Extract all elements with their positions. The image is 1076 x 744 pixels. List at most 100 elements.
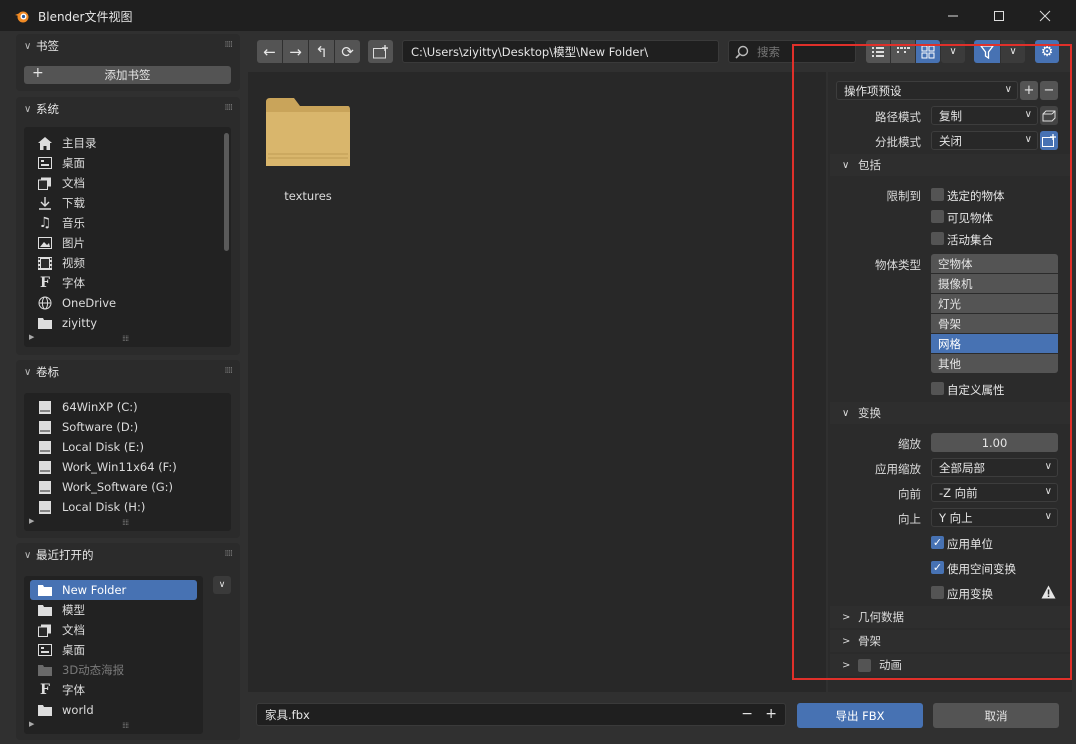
parent-directory-button[interactable]: ↰ <box>309 40 334 63</box>
transform-section-header[interactable]: ∨ 变换 <box>830 402 1070 424</box>
view-list-horizontal-button[interactable] <box>891 40 915 63</box>
apply-unit-checkbox[interactable]: ✓ <box>931 536 944 549</box>
close-button[interactable] <box>1022 0 1068 31</box>
resize-handle-icon[interactable]: ⁞⁞⁞⁞ <box>122 518 129 527</box>
recent-header[interactable]: ∨ 最近打开的 ⁞⁞⁞⁞ <box>16 543 240 567</box>
drag-handle-icon[interactable]: ⁞⁞⁞⁞ <box>225 103 234 113</box>
refresh-button[interactable]: ⟳ <box>335 40 360 63</box>
volumes-list: 64WinXP (C:) Software (D:) Local Disk (E… <box>24 393 231 531</box>
sidebar-item-documents[interactable]: 文档 <box>30 173 217 193</box>
add-bookmark-button[interactable]: + 添加书签 <box>24 65 231 84</box>
sidebar-item-drive-g[interactable]: Work_Software (G:) <box>30 477 217 497</box>
back-button[interactable]: ← <box>257 40 282 63</box>
minimize-button[interactable] <box>930 0 976 31</box>
apply-transform-checkbox[interactable] <box>931 586 944 599</box>
sidebar-item-videos[interactable]: 视频 <box>30 253 217 273</box>
globe-icon <box>36 296 54 310</box>
sidebar-item-drive-h[interactable]: Local Disk (H:) <box>30 497 217 517</box>
chevron-down-icon: ∨ <box>24 40 32 52</box>
sidebar-item-ziyitty[interactable]: ziyitty <box>30 313 217 333</box>
new-folder-button[interactable] <box>368 40 393 63</box>
include-section-header[interactable]: ∨ 包括 <box>830 154 1070 176</box>
armature-section-header[interactable]: > 骨架 <box>830 630 1070 652</box>
recent-item-models[interactable]: 模型 <box>30 600 197 620</box>
embed-textures-toggle[interactable] <box>1040 106 1058 125</box>
expand-arrow-icon[interactable]: ▶ <box>29 517 34 525</box>
path-mode-label: 路径模式 <box>875 110 921 124</box>
object-type-armature[interactable]: 骨架 <box>931 314 1058 333</box>
drag-handle-icon[interactable]: ⁞⁞⁞⁞ <box>225 549 234 559</box>
custom-properties-checkbox[interactable] <box>931 382 944 395</box>
batch-own-dir-toggle[interactable] <box>1040 131 1058 150</box>
object-type-camera[interactable]: 摄像机 <box>931 274 1058 293</box>
add-preset-button[interactable]: + <box>1020 81 1038 100</box>
forward-button[interactable]: → <box>283 40 308 63</box>
sidebar-item-drive-e[interactable]: Local Disk (E:) <box>30 437 217 457</box>
recent-item-new-folder[interactable]: New Folder <box>30 580 197 600</box>
recent-panel: ∨ 最近打开的 ⁞⁞⁞⁞ New Folder 模型 文档 桌面 3D动态海报 … <box>16 543 240 740</box>
filename-input[interactable]: 家具.fbx − + <box>256 703 786 726</box>
sidebar-item-download[interactable]: 下载 <box>30 193 217 213</box>
recent-item-fonts[interactable]: F 字体 <box>30 680 197 700</box>
filter-toggle-button[interactable] <box>974 40 1000 63</box>
sidebar-item-onedrive[interactable]: OneDrive <box>30 293 217 313</box>
scale-slider[interactable]: 1.00 <box>931 433 1058 452</box>
recent-options-button[interactable]: ∨ <box>213 576 231 594</box>
recent-item-documents[interactable]: 文档 <box>30 620 197 640</box>
animation-section-header[interactable]: > 动画 <box>830 654 1070 676</box>
batch-mode-dropdown[interactable]: 关闭 ∨ <box>931 131 1038 150</box>
system-header[interactable]: ∨ 系统 ⁞⁞⁞⁞ <box>16 97 240 121</box>
settings-toggle-button[interactable]: ⚙ <box>1035 40 1059 63</box>
sidebar-item-drive-d[interactable]: Software (D:) <box>30 417 217 437</box>
visible-objects-checkbox[interactable] <box>931 210 944 223</box>
forward-axis-dropdown[interactable]: -Z 向前 ∨ <box>931 483 1058 502</box>
search-input[interactable]: 搜索 <box>728 40 856 63</box>
object-type-light[interactable]: 灯光 <box>931 294 1058 313</box>
file-item-textures[interactable]: textures <box>262 92 354 206</box>
sidebar-item-label: 桌面 <box>62 156 85 170</box>
animation-checkbox[interactable] <box>858 658 871 672</box>
recent-item-3d-poster[interactable]: 3D动态海报 <box>30 660 197 680</box>
sidebar-item-drive-f[interactable]: Work_Win11x64 (F:) <box>30 457 217 477</box>
selected-objects-checkbox[interactable] <box>931 188 944 201</box>
maximize-button[interactable] <box>976 0 1022 31</box>
sidebar-item-desktop[interactable]: 桌面 <box>30 153 217 173</box>
object-type-other[interactable]: 其他 <box>931 354 1058 373</box>
volumes-header[interactable]: ∨ 卷标 ⁞⁞⁞⁞ <box>16 360 240 384</box>
path-mode-dropdown[interactable]: 复制 ∨ <box>931 106 1038 125</box>
decrement-icon[interactable]: − <box>741 706 753 722</box>
expand-arrow-icon[interactable]: ▶ <box>29 333 34 341</box>
geometry-section-header[interactable]: > 几何数据 <box>830 606 1070 628</box>
sidebar-item-fonts[interactable]: F 字体 <box>30 273 217 293</box>
sidebar-item-music[interactable]: ♫ 音乐 <box>30 213 217 233</box>
drag-handle-icon[interactable]: ⁞⁞⁞⁞ <box>225 366 234 376</box>
recent-item-desktop[interactable]: 桌面 <box>30 640 197 660</box>
operator-presets-dropdown[interactable]: 操作项预设 ∨ <box>836 81 1018 100</box>
display-options-dropdown[interactable]: ∨ <box>941 40 965 63</box>
view-thumbnails-button[interactable] <box>916 40 940 63</box>
drag-handle-icon[interactable]: ⁞⁞⁞⁞ <box>225 40 234 50</box>
object-type-mesh[interactable]: 网格 <box>931 334 1058 353</box>
resize-handle-icon[interactable]: ⁞⁞⁞⁞ <box>122 334 129 343</box>
path-field[interactable]: C:\Users\ziyitty\Desktop\模型\New Folder\ <box>402 40 719 63</box>
active-collection-checkbox[interactable] <box>931 232 944 245</box>
remove-preset-button[interactable]: − <box>1040 81 1058 100</box>
object-type-empty[interactable]: 空物体 <box>931 254 1058 273</box>
chevron-down-icon: ∨ <box>24 366 32 378</box>
apply-scalings-dropdown[interactable]: 全部局部 ∨ <box>931 458 1058 477</box>
sidebar-item-images[interactable]: 图片 <box>30 233 217 253</box>
space-transform-checkbox[interactable]: ✓ <box>931 561 944 574</box>
up-axis-dropdown[interactable]: Y 向上 ∨ <box>931 508 1058 527</box>
sidebar-item-drive-c[interactable]: 64WinXP (C:) <box>30 397 217 417</box>
bookmarks-header[interactable]: ∨ 书签 ⁞⁞⁞⁞ <box>16 34 240 58</box>
filter-options-dropdown[interactable]: ∨ <box>1001 40 1025 63</box>
cancel-button[interactable]: 取消 <box>933 703 1059 728</box>
view-list-vertical-button[interactable] <box>866 40 890 63</box>
export-fbx-button[interactable]: 导出 FBX <box>797 703 923 728</box>
increment-icon[interactable]: + <box>765 706 777 722</box>
resize-handle-icon[interactable]: ⁞⁞⁞⁞ <box>122 721 129 730</box>
recent-item-world[interactable]: world <box>30 700 197 720</box>
system-scrollbar[interactable] <box>224 133 229 251</box>
expand-arrow-icon[interactable]: ▶ <box>29 720 34 728</box>
sidebar-item-home[interactable]: 主目录 <box>30 133 217 153</box>
